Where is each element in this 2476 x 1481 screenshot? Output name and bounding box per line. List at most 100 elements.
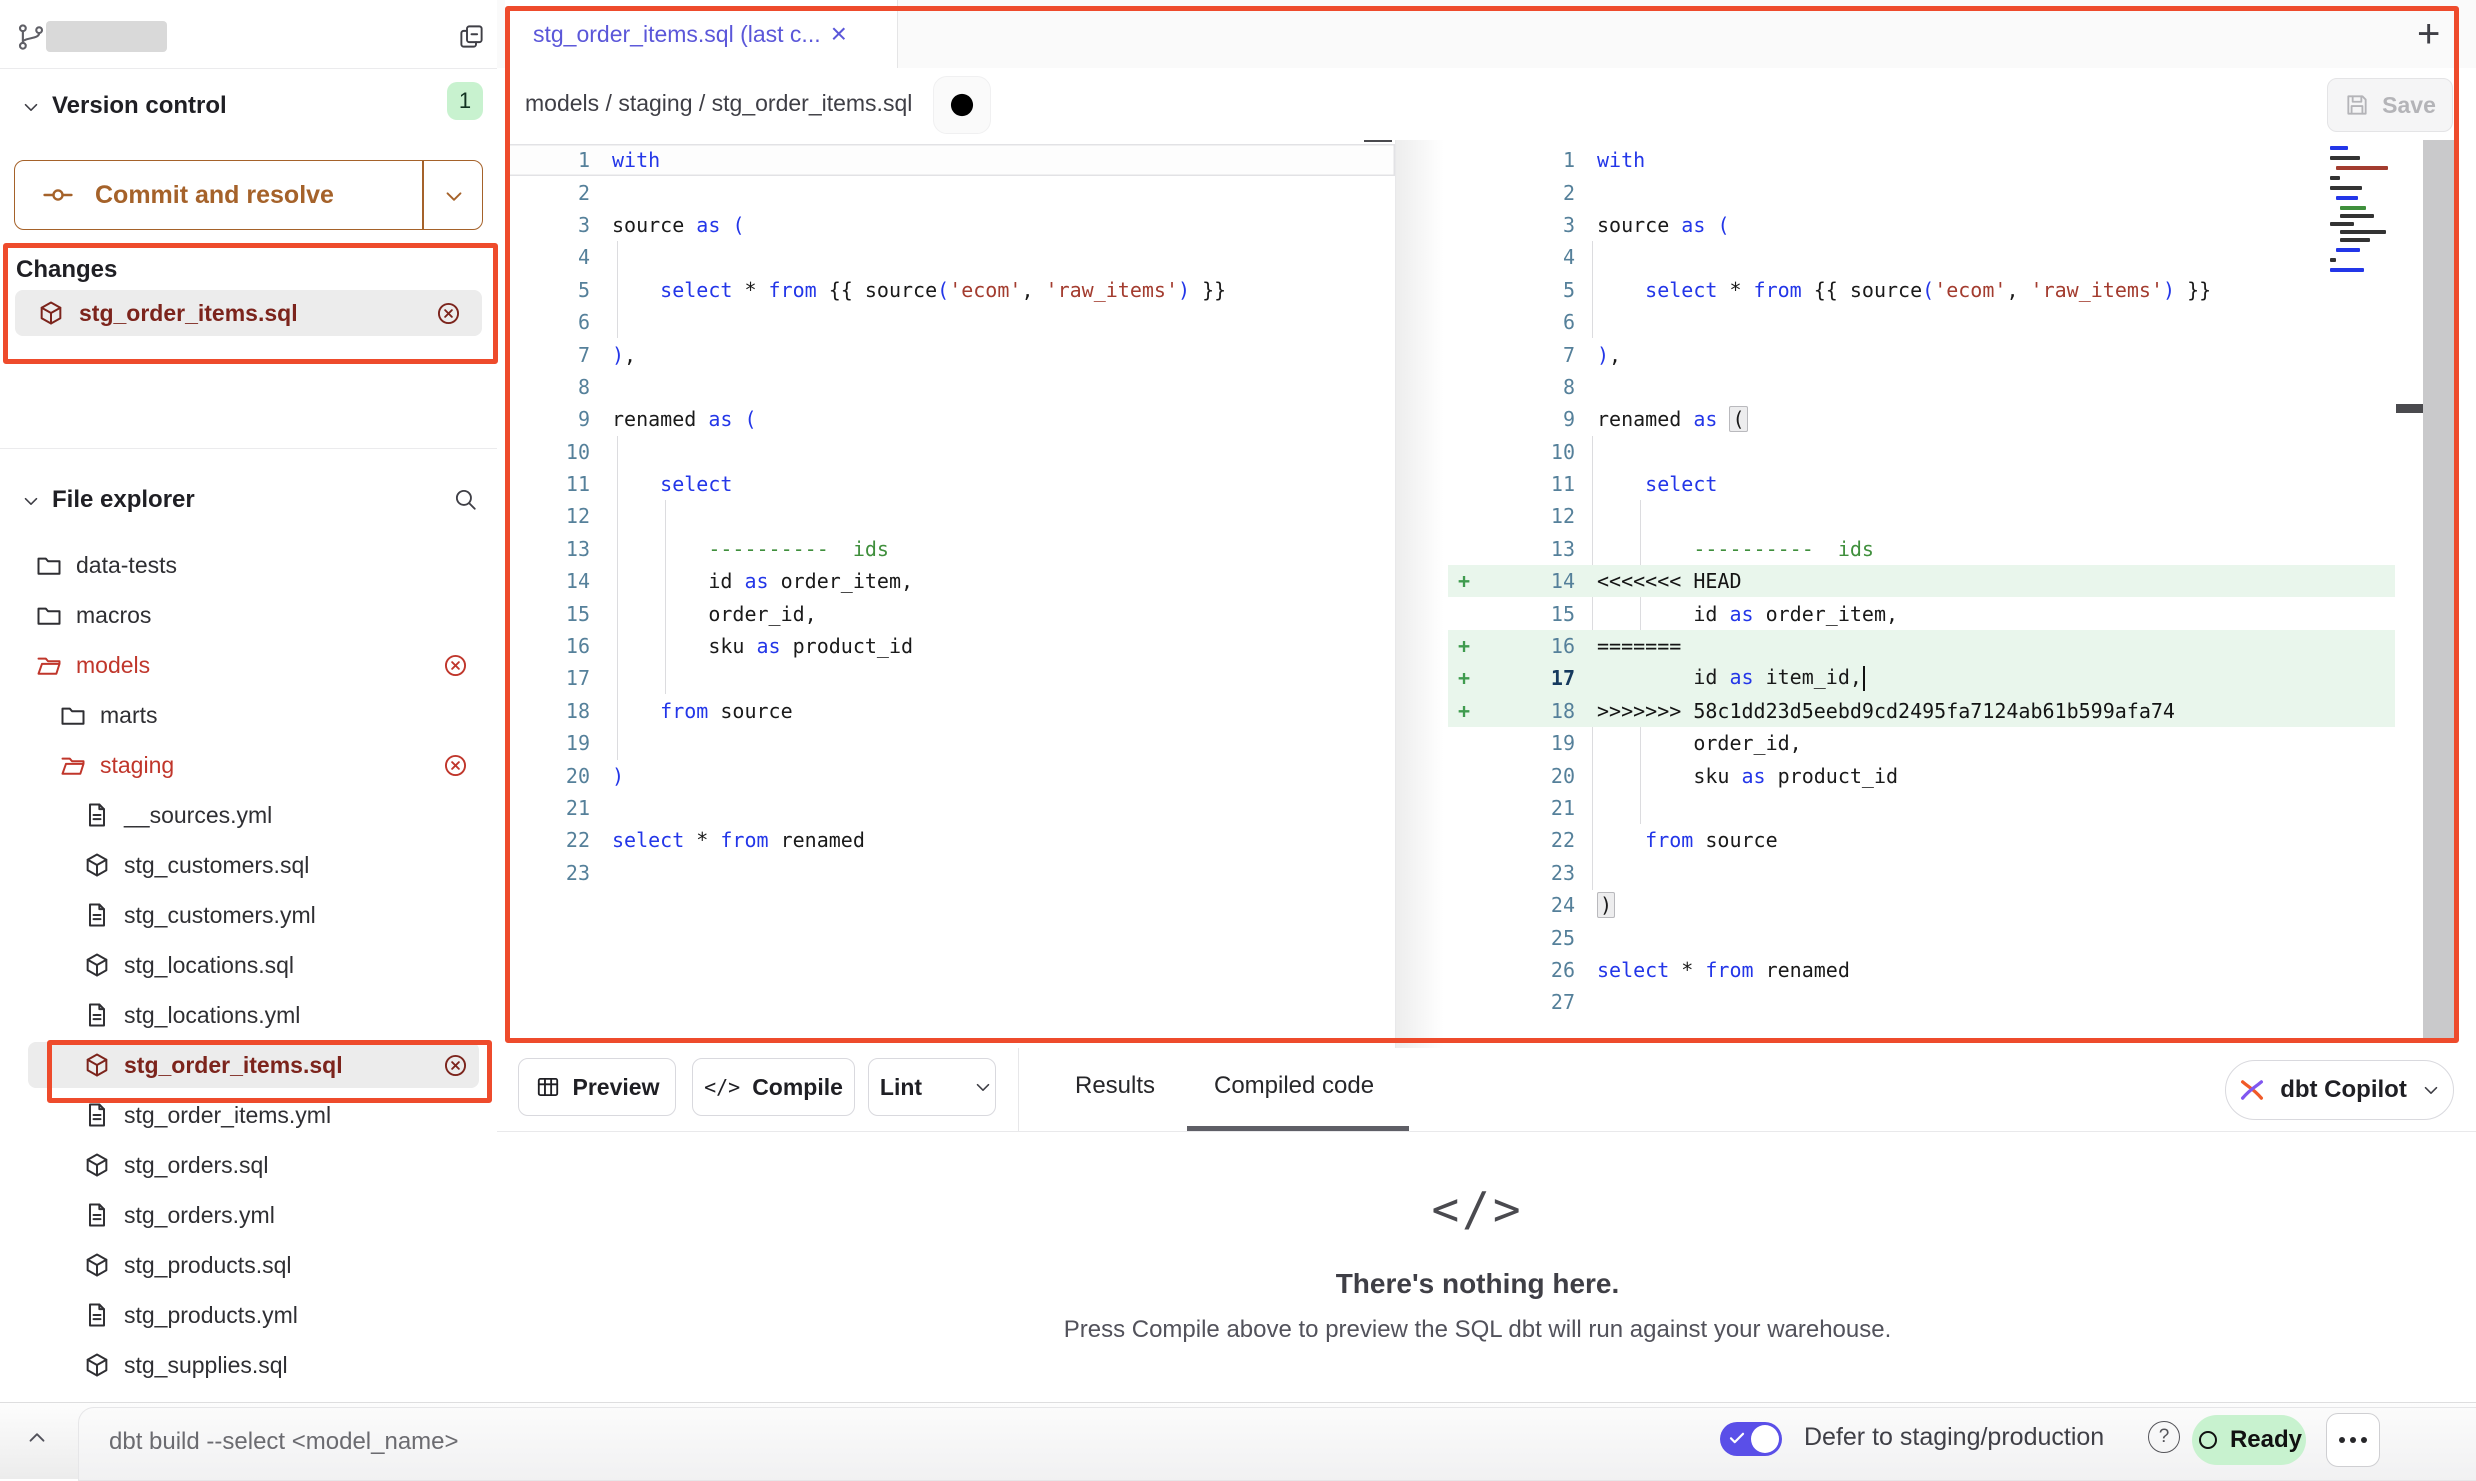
code-line[interactable]: 13 ---------- ids [1448, 533, 2395, 565]
code-line[interactable]: 10 [1448, 436, 2395, 468]
code-line[interactable]: 16 sku as product_id [505, 630, 1395, 662]
code-line[interactable]: 12 [1448, 500, 2395, 532]
code-line[interactable]: 5 select * from {{ source('ecom', 'raw_i… [1448, 274, 2395, 306]
code-line[interactable]: 10 [505, 436, 1395, 468]
more-options-button[interactable] [2326, 1413, 2380, 1467]
code-line[interactable]: 18 from source [505, 695, 1395, 727]
code-line[interactable]: 11 select [1448, 468, 2395, 500]
tab-stg-order-items[interactable]: stg_order_items.sql (last c... × [505, 0, 898, 68]
chevron-down-icon[interactable] [20, 490, 42, 512]
close-icon[interactable]: × [831, 20, 847, 48]
chevron-down-icon[interactable] [441, 183, 467, 209]
tree-item-stg-order-items-yml[interactable]: stg_order_items.yml [0, 1090, 497, 1140]
vertical-scrollbar-track[interactable] [2423, 140, 2458, 1042]
code-line[interactable]: 15 order_id, [505, 597, 1395, 629]
tab-compiled-code[interactable]: Compiled code [1214, 1072, 1374, 1100]
tree-item-stg-locations-sql[interactable]: stg_locations.sql [0, 940, 497, 990]
code-line[interactable]: 1with [1448, 144, 2395, 176]
code-line[interactable]: 11 select [505, 468, 1395, 500]
tree-item-stg-supplies-sql[interactable]: stg_supplies.sql [0, 1340, 497, 1390]
code-line[interactable]: +17 id as item_id, [1448, 662, 2395, 694]
dbt-copilot-button[interactable]: dbt Copilot [2225, 1060, 2454, 1120]
tree-item--sources-yml[interactable]: __sources.yml [0, 790, 497, 840]
help-icon[interactable]: ? [2148, 1421, 2180, 1453]
code-line[interactable]: 23 [1448, 857, 2395, 889]
code-line[interactable]: 4 [505, 241, 1395, 273]
minimap-thumb[interactable] [2396, 404, 2423, 413]
lint-button[interactable]: Lint [868, 1058, 996, 1116]
code-line[interactable]: 4 [1448, 241, 2395, 273]
code-line[interactable]: 15 id as order_item, [1448, 597, 2395, 629]
tree-item-stg-customers-sql[interactable]: stg_customers.sql [0, 840, 497, 890]
code-line[interactable]: 2 [1448, 176, 2395, 208]
code-line[interactable]: 17 [505, 662, 1395, 694]
compile-button[interactable]: </> Compile [692, 1058, 855, 1116]
code-line[interactable]: 5 select * from {{ source('ecom', 'raw_i… [505, 274, 1395, 306]
code-line[interactable]: 9renamed as ( [505, 403, 1395, 435]
save-button[interactable]: Save [2327, 78, 2453, 132]
commit-and-resolve-button[interactable]: Commit and resolve [14, 160, 483, 230]
tree-item-stg-orders-sql[interactable]: stg_orders.sql [0, 1140, 497, 1190]
code-line[interactable]: 6 [505, 306, 1395, 338]
tree-item-staging[interactable]: staging [0, 740, 497, 790]
code-line[interactable]: 14 id as order_item, [505, 565, 1395, 597]
code-line[interactable]: 3source as ( [1448, 209, 2395, 241]
tree-item-stg-locations-yml[interactable]: stg_locations.yml [0, 990, 497, 1040]
code-line[interactable]: 3source as ( [505, 209, 1395, 241]
code-line[interactable]: 22select * from renamed [505, 824, 1395, 856]
code-line[interactable]: +16======= [1448, 630, 2395, 662]
code-line[interactable]: 25 [1448, 921, 2395, 953]
code-pane-left[interactable]: 1with23source as (45 select * from {{ so… [505, 140, 1396, 1048]
tab-results[interactable]: Results [1075, 1072, 1155, 1100]
discard-change-icon[interactable] [441, 751, 469, 779]
code-line[interactable]: 24) [1448, 889, 2395, 921]
lineage-compass-button[interactable] [933, 76, 991, 134]
tree-item-macros[interactable]: macros [0, 590, 497, 640]
code-line[interactable]: 8 [1448, 371, 2395, 403]
code-line[interactable]: 19 [505, 727, 1395, 759]
tree-item-models[interactable]: models [0, 640, 497, 690]
code-line[interactable]: 22 from source [1448, 824, 2395, 856]
code-line[interactable]: 19 order_id, [1448, 727, 2395, 759]
tree-item-stg-customers-yml[interactable]: stg_customers.yml [0, 890, 497, 940]
changed-file-row[interactable]: stg_order_items.sql [15, 290, 482, 336]
code-line[interactable]: 23 [505, 857, 1395, 889]
tree-item-stg-order-items-sql[interactable]: stg_order_items.sql [0, 1040, 497, 1090]
chevron-up-icon[interactable] [24, 1425, 50, 1451]
chevron-down-icon[interactable] [20, 96, 42, 118]
code-pane-right[interactable]: 1with23source as (45 select * from {{ so… [1448, 140, 2395, 1048]
defer-toggle[interactable] [1720, 1422, 1782, 1456]
code-line[interactable]: 20) [505, 759, 1395, 791]
code-line[interactable]: 21 [505, 792, 1395, 824]
code-line[interactable]: 21 [1448, 792, 2395, 824]
code-line[interactable]: 26select * from renamed [1448, 954, 2395, 986]
code-line[interactable]: 12 [505, 500, 1395, 532]
copy-files-icon[interactable] [458, 23, 485, 50]
code-line[interactable]: +18>>>>>>> 58c1dd23d5eebd9cd2495fa7124ab… [1448, 695, 2395, 727]
tree-item-stg-orders-yml[interactable]: stg_orders.yml [0, 1190, 497, 1240]
code-line[interactable]: 6 [1448, 306, 2395, 338]
discard-change-icon[interactable] [434, 299, 462, 327]
tree-item-stg-products-sql[interactable]: stg_products.sql [0, 1240, 497, 1290]
code-line[interactable]: 2 [505, 176, 1395, 208]
tree-item-marts[interactable]: marts [0, 690, 497, 740]
horizontal-scrollbar-thumb[interactable] [1364, 140, 1392, 142]
command-input[interactable]: dbt build --select <model_name> [78, 1407, 2476, 1481]
code-line[interactable]: 13 ---------- ids [505, 533, 1395, 565]
preview-button[interactable]: Preview [518, 1058, 676, 1116]
diff-editor[interactable]: 1with23source as (45 select * from {{ so… [497, 140, 2476, 1048]
code-line[interactable]: 9renamed as ( [1448, 403, 2395, 435]
code-line[interactable]: 20 sku as product_id [1448, 759, 2395, 791]
code-line[interactable]: 7), [1448, 338, 2395, 370]
code-line[interactable]: +14<<<<<<< HEAD [1448, 565, 2395, 597]
discard-change-icon[interactable] [441, 651, 469, 679]
tree-item-data-tests[interactable]: data-tests [0, 540, 497, 590]
minimap[interactable] [2330, 146, 2394, 331]
search-icon[interactable] [452, 486, 478, 512]
new-tab-button[interactable]: + [2417, 12, 2440, 57]
code-line[interactable]: 7), [505, 338, 1395, 370]
code-line[interactable]: 1with [505, 144, 1395, 176]
code-line[interactable]: 27 [1448, 986, 2395, 1018]
tree-item-stg-products-yml[interactable]: stg_products.yml [0, 1290, 497, 1340]
chevron-down-icon[interactable] [972, 1076, 994, 1098]
